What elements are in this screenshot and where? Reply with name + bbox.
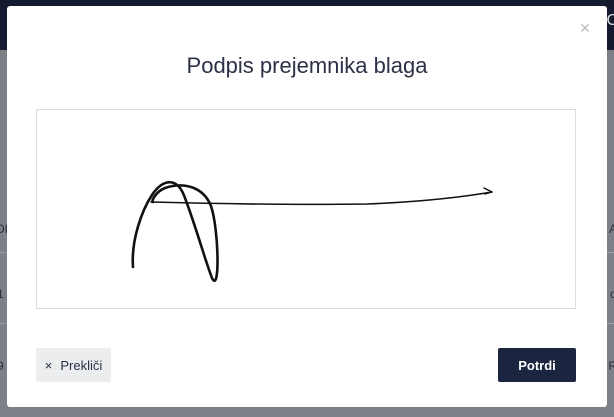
confirm-button[interactable]: Potrdi (498, 348, 576, 382)
backdrop-right-fragment: A (608, 222, 614, 236)
signature-modal: × Podpis prejemnika blaga × Prekliči Pot… (7, 6, 607, 407)
topbar-partial-text: C (606, 12, 614, 29)
backdrop-left-fragment: 9 (0, 359, 4, 373)
signature-drawing (131, 180, 493, 282)
close-icon[interactable]: × (577, 19, 593, 37)
cancel-button-label: Prekliči (60, 357, 103, 373)
cancel-button[interactable]: × Prekliči (36, 348, 111, 382)
close-icon: × (44, 357, 53, 373)
backdrop-right-fragment: R (608, 359, 614, 373)
backdrop-right-fragment: ot (609, 287, 614, 301)
modal-title: Podpis prejemnika blaga (186, 53, 428, 78)
backdrop-left-fragment: 1 (0, 287, 4, 301)
signature-pad[interactable] (36, 109, 576, 309)
confirm-button-label: Potrdi (518, 357, 556, 373)
